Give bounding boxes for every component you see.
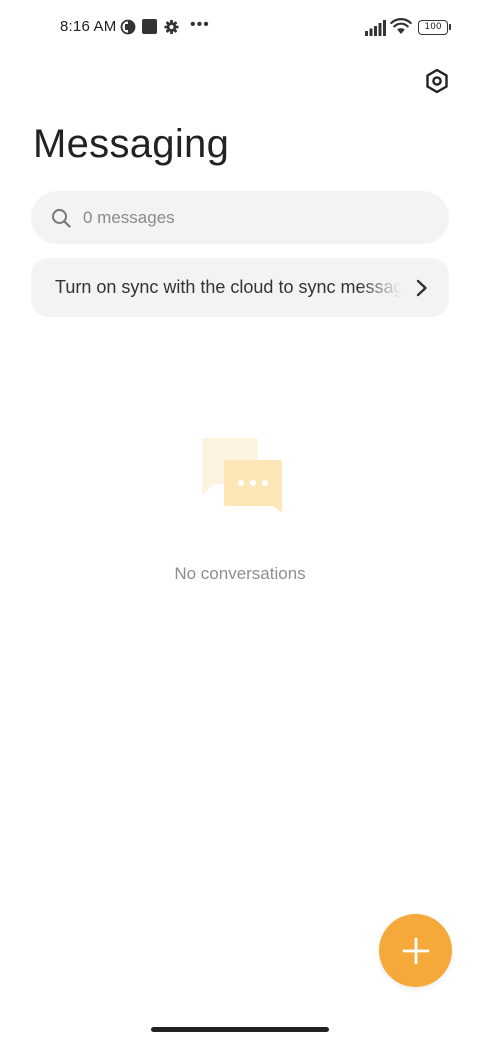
settings-hexagon-icon <box>426 68 448 94</box>
search-icon <box>52 208 71 228</box>
home-indicator[interactable] <box>151 1027 329 1032</box>
page-title: Messaging <box>33 122 230 166</box>
settings-button[interactable] <box>420 64 454 98</box>
square-notification-icon <box>142 19 157 34</box>
search-bar[interactable] <box>31 191 449 244</box>
chevron-right-icon <box>416 279 427 296</box>
gear-icon <box>164 19 179 35</box>
status-bar: 8:16 AM ••• 100 <box>0 0 480 54</box>
wifi-icon <box>390 18 412 34</box>
signal-icon <box>365 20 386 36</box>
sync-banner-text: Turn on sync with the cloud to sync mess… <box>55 277 401 297</box>
vpn-icon <box>120 19 136 35</box>
battery-icon: 100 <box>418 20 451 35</box>
new-conversation-button[interactable] <box>379 914 452 987</box>
more-dots-icon: ••• <box>190 16 210 33</box>
empty-state-text: No conversations <box>174 564 306 583</box>
messaging-screen: 8:16 AM ••• 100 Messaging 0 messages Tur… <box>0 0 480 1040</box>
plus-icon <box>402 937 429 964</box>
chat-bubbles-icon <box>202 438 282 512</box>
sync-banner[interactable]: Turn on sync with the cloud to sync mess… <box>31 258 449 317</box>
search-input[interactable] <box>83 207 403 228</box>
status-time: 8:16 AM <box>60 18 117 35</box>
